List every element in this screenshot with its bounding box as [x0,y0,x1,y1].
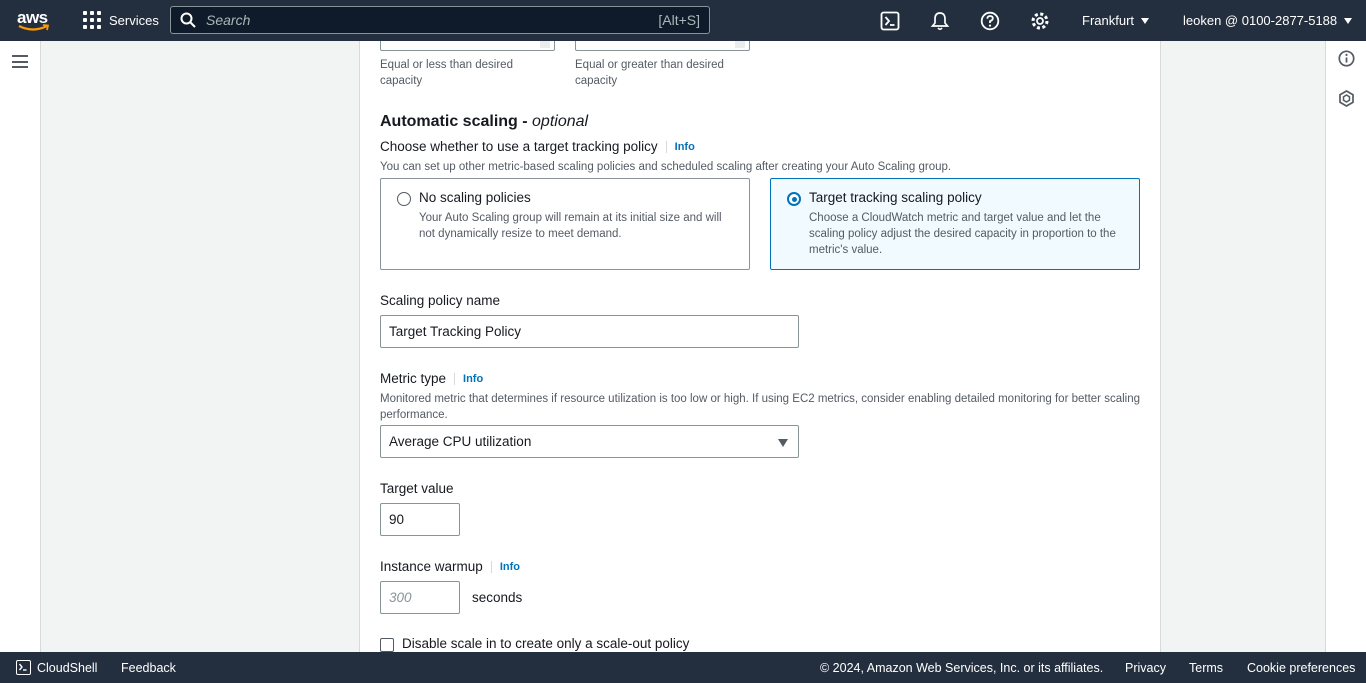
top-navigation: aws Services Search [Alt+S] Frankfurt le… [0,0,1366,41]
option-description: Your Auto Scaling group will remain at i… [419,212,722,240]
bell-icon[interactable] [930,11,950,31]
help-icon[interactable] [980,11,1000,31]
privacy-link[interactable]: Privacy [1125,661,1166,675]
radio-button[interactable] [397,192,411,206]
radio-button-selected[interactable] [787,192,801,206]
gear-icon[interactable] [1030,11,1050,31]
min-capacity-input[interactable] [380,41,555,51]
metric-type-value: Average CPU utilization [389,434,532,449]
search-shortcut: [Alt+S] [658,12,700,28]
aws-logo[interactable]: aws [17,9,51,33]
policy-name-input[interactable]: Target Tracking Policy [380,315,799,348]
metric-type-label-text: Metric type [380,371,447,386]
policy-choice-hint: You can set up other metric-based scalin… [380,161,952,173]
feedback-link[interactable]: Feedback [121,661,176,675]
option-description: Choose a CloudWatch metric and target va… [809,212,1116,256]
option-title: Target tracking scaling policy [809,190,982,205]
aws-smile-icon [18,24,50,31]
account-label: leoken @ 0100-2877-5188 [1183,13,1338,28]
policy-name-label: Scaling policy name [380,293,501,308]
instance-warmup-input[interactable]: 300 [380,581,460,614]
info-link[interactable]: Info [665,140,695,153]
metric-type-label: Metric type Info [380,371,483,386]
search-icon [180,12,196,28]
caret-down-icon [778,439,788,447]
instance-warmup-label: Instance warmup Info [380,559,520,574]
info-link[interactable]: Info [454,372,483,385]
hexagon-icon[interactable] [1338,90,1355,107]
region-selector[interactable]: Frankfurt [1082,13,1150,28]
target-tracking-policy-option[interactable]: Target tracking scaling policy Choose a … [770,178,1140,270]
cloudshell-link[interactable]: CloudShell [37,661,97,675]
max-capacity-hint: Equal or greater than desired capacity [575,59,724,87]
metric-type-select[interactable]: Average CPU utilization [380,425,799,458]
footer: CloudShell Feedback © 2024, Amazon Web S… [0,652,1366,683]
search-input[interactable]: Search [Alt+S] [170,6,710,34]
max-capacity-input[interactable] [575,41,750,51]
menu-icon[interactable] [12,55,28,68]
region-label: Frankfurt [1082,13,1135,28]
services-menu-button[interactable]: Services [83,11,159,29]
min-capacity-hint: Equal or less than desired capacity [380,59,513,87]
policy-choice-label-text: Choose whether to use a target tracking … [380,139,658,154]
form-panel: Equal or less than desired capacity Equa… [359,41,1161,652]
disable-scale-in-label: Disable scale in to create only a scale-… [402,636,690,651]
left-rail [0,41,41,652]
section-title: Automatic scaling - optional [380,113,588,131]
section-title-text: Automatic scaling - [380,113,528,130]
cloudshell-icon[interactable] [880,11,900,31]
cookie-preferences-link[interactable]: Cookie preferences [1247,661,1355,675]
services-label: Services [109,12,159,28]
policy-choice-label: Choose whether to use a target tracking … [380,139,695,154]
no-scaling-policies-option[interactable]: No scaling policies Your Auto Scaling gr… [380,178,750,270]
instance-warmup-label-text: Instance warmup [380,559,483,574]
cloudshell-icon[interactable] [16,660,31,675]
chevron-down-icon [1344,17,1353,24]
metric-type-hint: Monitored metric that determines if reso… [380,393,1141,421]
grid-icon [83,11,101,29]
warmup-unit: seconds [472,590,523,605]
chevron-down-icon [1141,17,1150,24]
section-optional: optional [532,113,589,130]
right-rail [1325,41,1366,652]
terms-link[interactable]: Terms [1189,661,1223,675]
target-value-input[interactable]: 90 [380,503,460,536]
account-menu[interactable]: leoken @ 0100-2877-5188 [1183,13,1353,28]
info-link[interactable]: Info [490,560,520,573]
copyright: © 2024, Amazon Web Services, Inc. or its… [820,661,1104,675]
target-value-label: Target value [380,481,454,496]
option-title: No scaling policies [419,190,531,205]
info-panel-icon[interactable] [1338,50,1355,67]
search-placeholder: Search [206,12,251,28]
disable-scale-in-checkbox[interactable] [380,638,394,652]
